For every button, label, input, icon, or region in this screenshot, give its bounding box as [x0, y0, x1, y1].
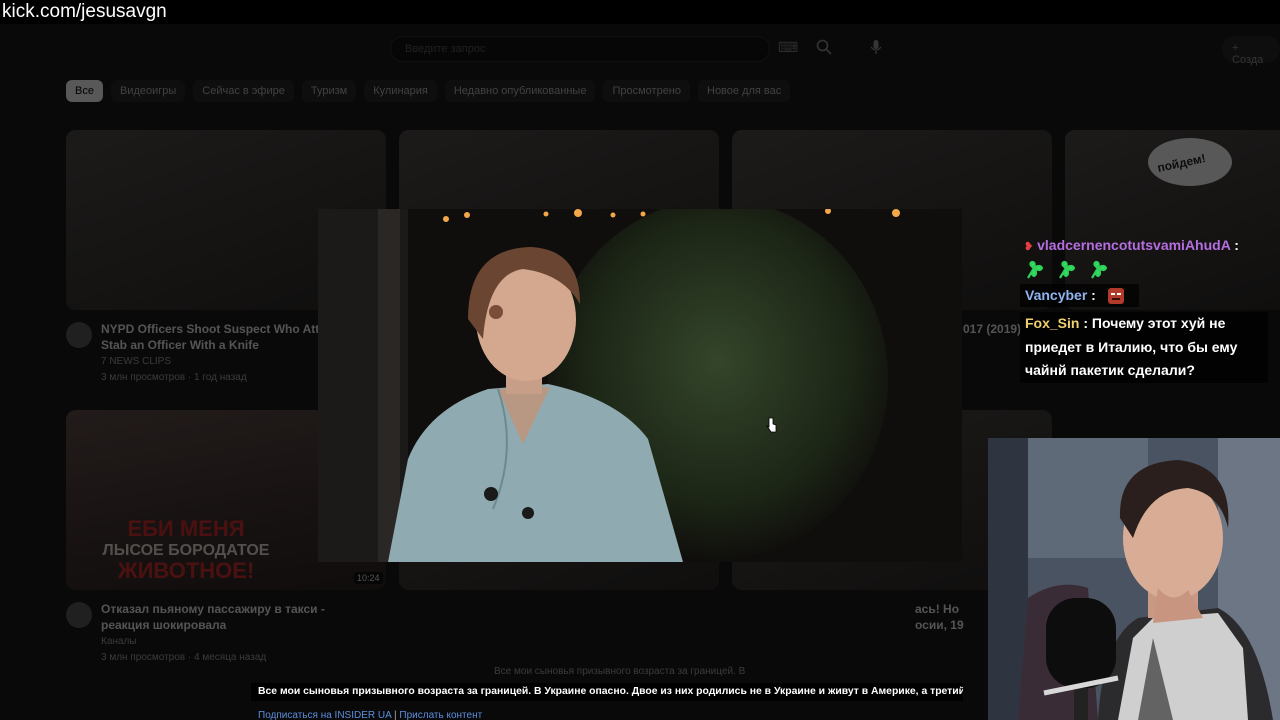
chip-recent[interactable]: Недавно опубликованные	[444, 80, 596, 102]
chip-tourism[interactable]: Туризм	[301, 80, 357, 102]
chip-watched[interactable]: Просмотрено	[603, 80, 690, 102]
video-title[interactable]: NYPD Officers Shoot Suspect Who Atter Sta…	[101, 321, 331, 353]
chat-username[interactable]: Fox_Sin	[1025, 315, 1079, 331]
clover-emote	[1058, 261, 1076, 279]
link-separator: |	[394, 710, 397, 720]
chip-all[interactable]: Все	[66, 80, 103, 102]
chip-videogames[interactable]: Видеоигры	[110, 80, 186, 102]
search-icon[interactable]	[816, 39, 832, 58]
chat-message: ❥ vladcernencotutsvamiAhudA :	[1024, 237, 1239, 253]
thumbnail-text: ЖИВОТНОЕ!	[117, 558, 255, 583]
video-description: Все мои сыновья призывного возраста за г…	[251, 683, 963, 701]
url-bar: kick.com/jesusavgn	[0, 0, 1280, 24]
avatar[interactable]	[66, 322, 92, 348]
youtube-search-input[interactable]: Введите запрос	[390, 36, 770, 62]
faded-caption: Все мои сыновья призывного возраста за г…	[494, 666, 746, 677]
video-title[interactable]: 017 (2019)	[963, 321, 1021, 337]
chat-text: чайнй пакетик сделали?	[1025, 362, 1195, 378]
webcam-overlay	[988, 438, 1280, 720]
video-player[interactable]	[318, 209, 962, 562]
chip-new[interactable]: Новое для вас	[698, 80, 791, 102]
chat-message: Vancyber :	[1020, 284, 1139, 307]
chat-text: Почему этот хуй не	[1091, 315, 1226, 331]
chip-cooking[interactable]: Кулинария	[364, 80, 437, 102]
chat-username[interactable]: vladcernencotutsvamiAhudA	[1037, 237, 1230, 253]
duration-badge: 10:24	[354, 572, 383, 584]
video-title[interactable]: Отказал пьяному пассажиру в такси - реакц…	[101, 601, 325, 633]
avatar[interactable]	[66, 602, 92, 628]
subscribe-link[interactable]: Подписаться на INSIDER UA	[258, 710, 391, 720]
chip-live[interactable]: Сейчас в эфире	[193, 80, 294, 102]
chat-username[interactable]: Vancyber	[1025, 287, 1087, 303]
chat-message: Fox_Sin : Почему этот хуй не приедет в И…	[1020, 312, 1268, 383]
chat-text: приедет в Италию, что бы ему	[1025, 338, 1238, 355]
cursor-icon	[765, 417, 778, 438]
video-meta: 3 млн просмотров · 1 год назад	[101, 372, 247, 383]
mic-icon[interactable]	[870, 39, 882, 58]
description-links: Подписаться на INSIDER UA | Прислать кон…	[251, 710, 511, 720]
video-frame	[318, 209, 962, 562]
create-button[interactable]: + Созда	[1222, 36, 1280, 66]
send-content-link[interactable]: Прислать контент	[399, 710, 482, 720]
video-meta: 3 млн просмотров · 4 месяца назад	[101, 652, 267, 663]
filter-chips: Все Видеоигры Сейчас в эфире Туризм Кули…	[66, 80, 791, 102]
chat-emotes	[1024, 258, 1116, 281]
webcam-frame	[988, 438, 1280, 720]
devil-emote	[1107, 288, 1124, 305]
clover-emote	[1027, 261, 1044, 279]
video-title[interactable]: ась! Но осии, 19	[915, 601, 964, 633]
video-channel[interactable]: Каналы	[101, 635, 137, 649]
clover-emote	[1090, 261, 1108, 279]
thumbnail-text: ЕБИ МЕНЯ	[127, 516, 245, 541]
stream-url: kick.com/jesusavgn	[2, 1, 167, 22]
keyboard-icon[interactable]: ⌨	[778, 39, 798, 56]
chat-overlay: ❥ vladcernencotutsvamiAhudA : Vancyber :…	[1020, 236, 1268, 384]
video-channel[interactable]: 7 NEWS CLIPS	[101, 355, 171, 369]
